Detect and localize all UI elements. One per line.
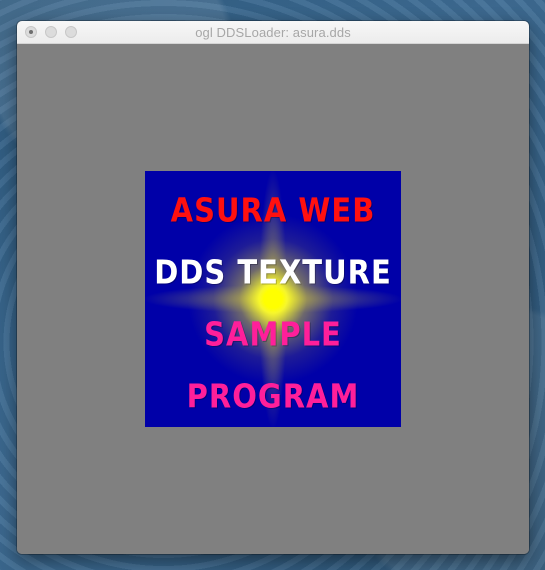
app-window: ogl DDSLoader: asura.dds ASURA WEB DDS T… (17, 21, 529, 554)
title-bar[interactable]: ogl DDSLoader: asura.dds (17, 21, 529, 44)
window-title: ogl DDSLoader: asura.dds (195, 25, 351, 40)
texture-line-program: PROGRAM (186, 376, 360, 416)
dds-texture-quad: ASURA WEB DDS TEXTURE SAMPLE PROGRAM (145, 171, 401, 427)
texture-line-asura-web: ASURA WEB (170, 190, 376, 230)
texture-line-dds-texture: DDS TEXTURE (154, 252, 392, 292)
texture-line-sample: SAMPLE (204, 314, 342, 354)
gl-viewport: ASURA WEB DDS TEXTURE SAMPLE PROGRAM (17, 44, 529, 554)
